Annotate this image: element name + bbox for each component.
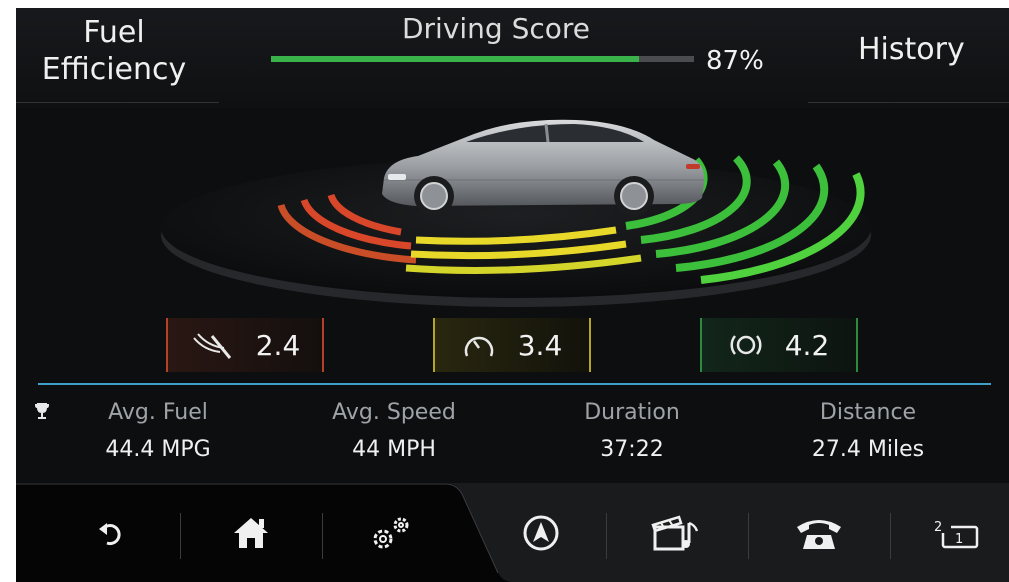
driving-score-bar — [271, 56, 694, 62]
screen-switch-button[interactable]: 2 1 — [901, 483, 1009, 582]
history-button[interactable]: History — [858, 32, 965, 67]
settings-gears-icon — [373, 517, 409, 548]
nav-separator — [606, 513, 607, 559]
driving-score-percent: 87% — [706, 46, 764, 76]
gear-score-box[interactable]: 4.2 — [700, 318, 858, 372]
avg-fuel-stat: Avg. Fuel 44.4 MPG — [58, 400, 258, 462]
screen: Fuel Efficiency Driving Score 87% Histor… — [16, 8, 1009, 582]
phone-icon — [797, 519, 841, 549]
navigation-icon — [523, 515, 559, 550]
braking-score-box[interactable]: 2.4 — [166, 318, 324, 372]
svg-text:2: 2 — [934, 520, 942, 535]
stats-divider — [38, 383, 991, 385]
settings-button[interactable] — [336, 483, 446, 582]
gear-shift-icon — [730, 335, 762, 355]
svg-text:1: 1 — [955, 532, 963, 547]
speed-score-box[interactable]: 3.4 — [433, 318, 591, 372]
nav-separator — [748, 513, 749, 559]
nav-separator — [322, 513, 323, 559]
braking-icon — [192, 333, 231, 359]
back-icon — [99, 522, 121, 545]
driving-score-bar-fill — [271, 56, 639, 62]
gear-score-value: 4.2 — [784, 328, 830, 362]
speed-score-value: 3.4 — [517, 328, 563, 362]
title-line-2: Efficiency — [41, 52, 187, 87]
duration-value: 37:22 — [600, 437, 664, 462]
phone-button[interactable] — [764, 483, 874, 582]
home-button[interactable] — [196, 483, 306, 582]
title-line-1: Fuel — [83, 15, 145, 50]
trophy-icon — [35, 403, 49, 419]
braking-score-value: 2.4 — [255, 328, 301, 362]
duration-stat: Duration 37:22 — [532, 400, 732, 462]
distance-stat: Distance 27.4 Miles — [768, 400, 968, 462]
car-illustration — [161, 119, 871, 307]
navigation-button[interactable] — [486, 483, 596, 582]
distance-label: Distance — [819, 400, 917, 425]
screen-switch-icon: 2 1 — [933, 518, 979, 548]
avg-fuel-label: Avg. Fuel — [108, 400, 208, 425]
duration-label: Duration — [584, 400, 680, 425]
home-icon — [234, 517, 268, 548]
speedometer-icon — [464, 336, 493, 357]
fuel-efficiency-title[interactable]: Fuel Efficiency — [38, 14, 190, 88]
media-button[interactable] — [621, 483, 731, 582]
nav-separator — [890, 513, 891, 559]
avg-fuel-value: 44.4 MPG — [105, 437, 211, 462]
distance-value: 27.4 Miles — [811, 437, 925, 462]
bottom-nav-bar: 2 1 — [16, 483, 1009, 582]
media-icon — [651, 514, 699, 550]
back-button[interactable] — [56, 483, 166, 582]
avg-speed-value: 44 MPH — [352, 437, 436, 462]
car — [382, 119, 705, 216]
avg-speed-label: Avg. Speed — [332, 400, 456, 425]
driving-score-label: Driving Score — [401, 12, 591, 45]
nav-separator — [180, 513, 181, 559]
avg-speed-stat: Avg. Speed 44 MPH — [294, 400, 494, 462]
